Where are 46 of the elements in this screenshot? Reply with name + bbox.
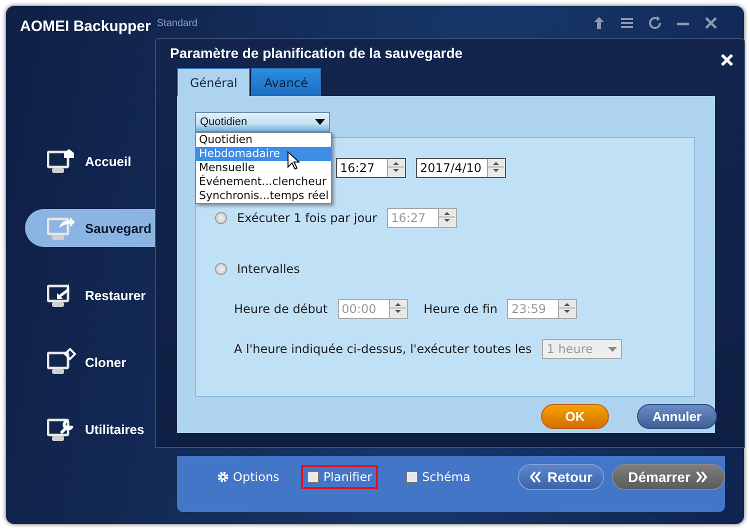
gear-icon xyxy=(217,471,229,483)
menu-icon[interactable] xyxy=(620,16,634,30)
time-spin-field[interactable]: 16:27 xyxy=(336,158,406,178)
edition-label: Standard xyxy=(156,18,198,29)
double-chevron-left-icon xyxy=(529,471,542,483)
end-time-label: Heure de fin xyxy=(424,302,498,316)
app-title: AOMEI Backupper xyxy=(20,18,151,35)
spin-arrows-icon[interactable] xyxy=(488,159,504,175)
dropdown-option[interactable]: Mensuelle xyxy=(196,161,331,175)
dropdown-option[interactable]: Quotidien xyxy=(196,133,331,147)
sidebar-item[interactable]: Cloner xyxy=(25,343,155,381)
checkbox-box[interactable] xyxy=(406,471,418,483)
upload-icon[interactable] xyxy=(592,16,606,30)
checkbox[interactable]: Schéma xyxy=(400,465,476,489)
cursor-icon xyxy=(287,151,300,170)
radio-label: Intervalles xyxy=(237,262,300,276)
radio-button[interactable] xyxy=(215,263,227,275)
radio-label: Exécuter 1 fois par jour xyxy=(237,211,378,225)
caret-icon xyxy=(608,346,617,352)
tab[interactable]: Général xyxy=(177,68,250,96)
monitor-icon xyxy=(47,214,77,242)
spin-arrows-icon[interactable] xyxy=(388,159,404,175)
options-link[interactable]: Options xyxy=(217,470,280,484)
dropdown-option[interactable]: Synchronis...temps réel xyxy=(196,189,331,203)
frequency-dropdown[interactable]: Quotidien xyxy=(195,112,330,132)
date-spin-field[interactable]: 2017/4/10 xyxy=(416,158,506,178)
start-button[interactable]: Démarrer xyxy=(612,464,725,490)
sidebar-item[interactable]: Utilitaires xyxy=(25,410,155,448)
double-chevron-right-icon xyxy=(696,471,708,483)
dialog-title: Paramètre de planification de la sauvegarde xyxy=(170,45,463,61)
tab[interactable]: Avancé xyxy=(251,68,321,96)
repeat-label: A l'heure indiquée ci-dessus, l'exécuter toutes les xyxy=(234,342,532,356)
sidebar-item[interactable]: Sauvegard xyxy=(25,209,155,247)
monitor-icon xyxy=(47,147,77,175)
monitor-icon xyxy=(47,348,77,376)
checkbox-box[interactable] xyxy=(307,471,320,483)
back-button[interactable]: Retour xyxy=(518,464,604,490)
sidebar-item[interactable]: Restaurer xyxy=(25,276,155,314)
refresh-icon[interactable] xyxy=(648,16,662,30)
checkbox[interactable]: Planifier xyxy=(301,465,378,489)
dialog-button[interactable]: Annuler xyxy=(637,404,717,429)
caret-icon xyxy=(315,119,325,125)
sidebar-item[interactable]: Accueil xyxy=(25,142,155,180)
dropdown-option[interactable]: Événement...clencheur xyxy=(196,175,331,189)
start-time-label: Heure de début xyxy=(234,302,328,316)
radio-button[interactable] xyxy=(215,212,227,224)
